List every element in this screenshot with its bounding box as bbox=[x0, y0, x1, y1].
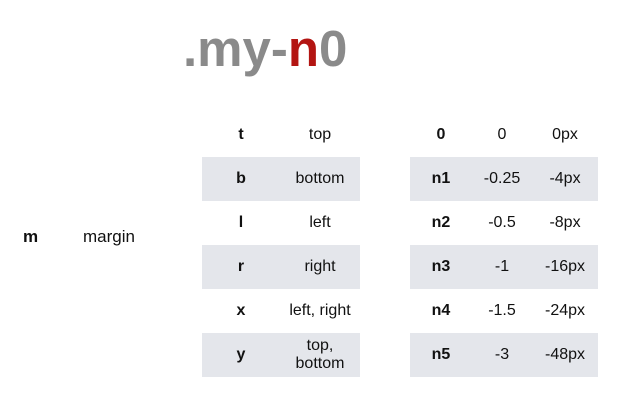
side-row-y: y top, bottom bbox=[202, 333, 360, 377]
side-label: right bbox=[304, 258, 336, 275]
size-row-n1: n1 -0.25 -4px bbox=[410, 157, 598, 201]
title-suffix: 0 bbox=[319, 20, 348, 77]
side-label: left bbox=[309, 214, 331, 231]
side-key: b bbox=[236, 170, 246, 187]
size-row-n3: n3 -1 -16px bbox=[410, 245, 598, 289]
side-label: top, bottom bbox=[295, 337, 345, 372]
side-row-bottom: b bottom bbox=[202, 157, 360, 201]
size-key: n2 bbox=[431, 214, 451, 231]
size-rem: -3 bbox=[494, 346, 510, 363]
side-label: bottom bbox=[295, 170, 345, 187]
property-abbreviation: m bbox=[23, 227, 39, 246]
side-row-right: r right bbox=[202, 245, 360, 289]
page-title: .my-n0 bbox=[183, 18, 347, 80]
size-row-n5: n5 -3 -48px bbox=[410, 333, 598, 377]
size-row-n4: n4 -1.5 -24px bbox=[410, 289, 598, 333]
size-row-0: 0 0 0px bbox=[410, 113, 598, 157]
size-rem: -0.5 bbox=[488, 214, 516, 231]
side-label: top bbox=[308, 126, 332, 143]
sides-table: t top b bottom l left r right x left, ri… bbox=[202, 113, 360, 377]
size-px: -4px bbox=[549, 170, 581, 187]
size-rem: -0.25 bbox=[483, 170, 521, 187]
size-key: n1 bbox=[431, 170, 451, 187]
size-key: n5 bbox=[431, 346, 451, 363]
side-key: x bbox=[236, 302, 246, 319]
side-row-top: t top bbox=[202, 113, 360, 157]
size-px: -48px bbox=[544, 346, 586, 363]
side-key: y bbox=[236, 346, 246, 363]
size-rem: 0 bbox=[497, 126, 507, 143]
side-label: left, right bbox=[289, 302, 351, 319]
side-row-x: x left, right bbox=[202, 289, 360, 333]
size-key: n4 bbox=[431, 302, 451, 319]
size-px: 0px bbox=[552, 126, 578, 143]
side-key: t bbox=[238, 126, 244, 143]
sizes-table: 0 0 0px n1 -0.25 -4px n2 -0.5 -8px n3 -1… bbox=[410, 113, 598, 377]
side-key: r bbox=[237, 258, 245, 275]
size-rem: -1 bbox=[494, 258, 510, 275]
size-row-n2: n2 -0.5 -8px bbox=[410, 201, 598, 245]
title-highlight: n bbox=[287, 20, 320, 77]
size-key: n3 bbox=[431, 258, 451, 275]
size-rem: -1.5 bbox=[488, 302, 516, 319]
size-px: -24px bbox=[544, 302, 586, 319]
side-row-left: l left bbox=[202, 201, 360, 245]
property-name: margin bbox=[83, 227, 135, 246]
side-key: l bbox=[238, 214, 244, 231]
title-prefix: .my- bbox=[183, 20, 288, 77]
size-key: 0 bbox=[436, 126, 446, 143]
size-px: -16px bbox=[544, 258, 586, 275]
size-px: -8px bbox=[549, 214, 581, 231]
